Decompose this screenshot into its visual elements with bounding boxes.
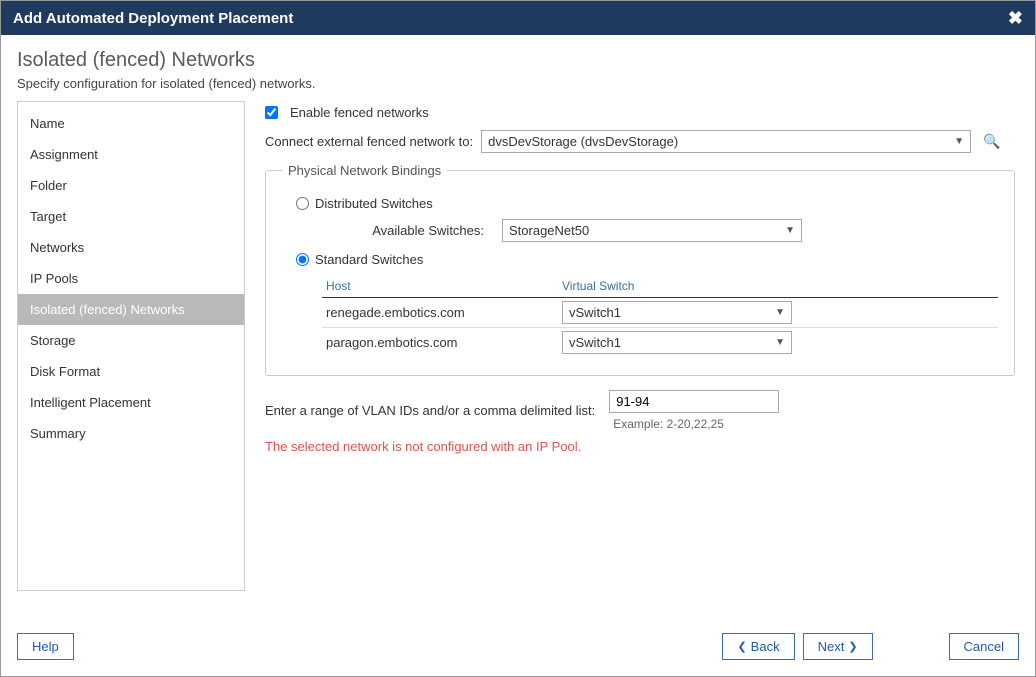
- chevron-down-icon: ▼: [785, 225, 795, 236]
- vswitch-select[interactable]: vSwitch1 ▼: [562, 301, 792, 324]
- vswitch-value: vSwitch1: [569, 305, 621, 320]
- distributed-switches-row: Distributed Switches: [296, 196, 998, 211]
- header-area: Isolated (fenced) Networks Specify confi…: [1, 35, 1035, 101]
- standard-switches-radio[interactable]: [296, 253, 309, 266]
- distributed-switches-radio[interactable]: [296, 197, 309, 210]
- body-area: Name Assignment Folder Target Networks I…: [1, 101, 1035, 591]
- sidebar-item-isolated-networks[interactable]: Isolated (fenced) Networks: [18, 294, 244, 325]
- standard-switches-label: Standard Switches: [315, 252, 423, 267]
- sidebar-item-networks[interactable]: Networks: [18, 232, 244, 263]
- standard-switches-row: Standard Switches: [296, 252, 998, 267]
- sidebar-item-folder[interactable]: Folder: [18, 170, 244, 201]
- cancel-button[interactable]: Cancel: [949, 633, 1019, 660]
- connect-label: Connect external fenced network to:: [265, 134, 473, 149]
- search-icon[interactable]: 🔍: [979, 131, 1004, 152]
- sidebar-item-summary[interactable]: Summary: [18, 418, 244, 449]
- sidebar-item-storage[interactable]: Storage: [18, 325, 244, 356]
- vlan-label: Enter a range of VLAN IDs and/or a comma…: [265, 403, 595, 418]
- hosts-table: Host Virtual Switch renegade.embotics.co…: [322, 275, 998, 357]
- connect-row: Connect external fenced network to: dvsD…: [265, 130, 1015, 153]
- hosts-table-header: Host Virtual Switch: [322, 275, 998, 298]
- connect-network-select[interactable]: dvsDevStorage (dvsDevStorage) ▼: [481, 130, 971, 153]
- vswitch-select[interactable]: vSwitch1 ▼: [562, 331, 792, 354]
- distributed-switches-label: Distributed Switches: [315, 196, 433, 211]
- bindings-legend: Physical Network Bindings: [282, 163, 447, 178]
- dialog: Add Automated Deployment Placement ✖ Iso…: [0, 0, 1036, 677]
- content-panel: Enable fenced networks Connect external …: [261, 101, 1019, 591]
- wizard-sidebar: Name Assignment Folder Target Networks I…: [17, 101, 245, 591]
- sidebar-item-target[interactable]: Target: [18, 201, 244, 232]
- chevron-down-icon: ▼: [775, 337, 785, 348]
- available-switches-row: Available Switches: StorageNet50 ▼: [322, 219, 998, 242]
- titlebar: Add Automated Deployment Placement ✖: [1, 1, 1035, 35]
- vlan-row: Enter a range of VLAN IDs and/or a comma…: [265, 390, 1015, 431]
- table-row: renegade.embotics.com vSwitch1 ▼: [322, 298, 998, 328]
- sidebar-item-disk-format[interactable]: Disk Format: [18, 356, 244, 387]
- available-switches-value: StorageNet50: [509, 223, 589, 238]
- vlan-input-group: Example: 2-20,22,25: [609, 390, 779, 431]
- chevron-right-icon: ❯: [848, 640, 857, 653]
- host-column-header[interactable]: Host: [322, 279, 562, 293]
- page-heading: Isolated (fenced) Networks: [17, 49, 1019, 72]
- page-subtitle: Specify configuration for isolated (fenc…: [17, 76, 1019, 91]
- host-cell: renegade.embotics.com: [322, 300, 562, 325]
- sidebar-item-assignment[interactable]: Assignment: [18, 139, 244, 170]
- connect-network-value: dvsDevStorage (dvsDevStorage): [488, 134, 678, 149]
- help-button[interactable]: Help: [17, 633, 74, 660]
- dialog-title: Add Automated Deployment Placement: [13, 10, 293, 27]
- footer: Help ❮ Back Next ❯ Cancel: [1, 619, 1035, 676]
- available-switches-label: Available Switches:: [322, 223, 502, 238]
- vlan-example: Example: 2-20,22,25: [613, 417, 779, 431]
- available-switches-select[interactable]: StorageNet50 ▼: [502, 219, 802, 242]
- table-row: paragon.embotics.com vSwitch1 ▼: [322, 328, 998, 357]
- chevron-down-icon: ▼: [954, 136, 964, 147]
- enable-row: Enable fenced networks: [265, 105, 1015, 120]
- back-button[interactable]: ❮ Back: [722, 633, 794, 660]
- close-icon[interactable]: ✖: [1008, 9, 1023, 27]
- vswitch-column-header[interactable]: Virtual Switch: [562, 279, 998, 293]
- physical-bindings-fieldset: Physical Network Bindings Distributed Sw…: [265, 163, 1015, 376]
- sidebar-item-name[interactable]: Name: [18, 108, 244, 139]
- enable-fenced-label: Enable fenced networks: [290, 105, 429, 120]
- chevron-left-icon: ❮: [737, 640, 746, 653]
- vswitch-value: vSwitch1: [569, 335, 621, 350]
- next-button[interactable]: Next ❯: [803, 633, 873, 660]
- chevron-down-icon: ▼: [775, 307, 785, 318]
- sidebar-item-ip-pools[interactable]: IP Pools: [18, 263, 244, 294]
- host-cell: paragon.embotics.com: [322, 330, 562, 355]
- enable-fenced-checkbox[interactable]: [265, 106, 278, 119]
- sidebar-item-intelligent-placement[interactable]: Intelligent Placement: [18, 387, 244, 418]
- vlan-input[interactable]: [609, 390, 779, 413]
- ip-pool-warning: The selected network is not configured w…: [265, 439, 1015, 454]
